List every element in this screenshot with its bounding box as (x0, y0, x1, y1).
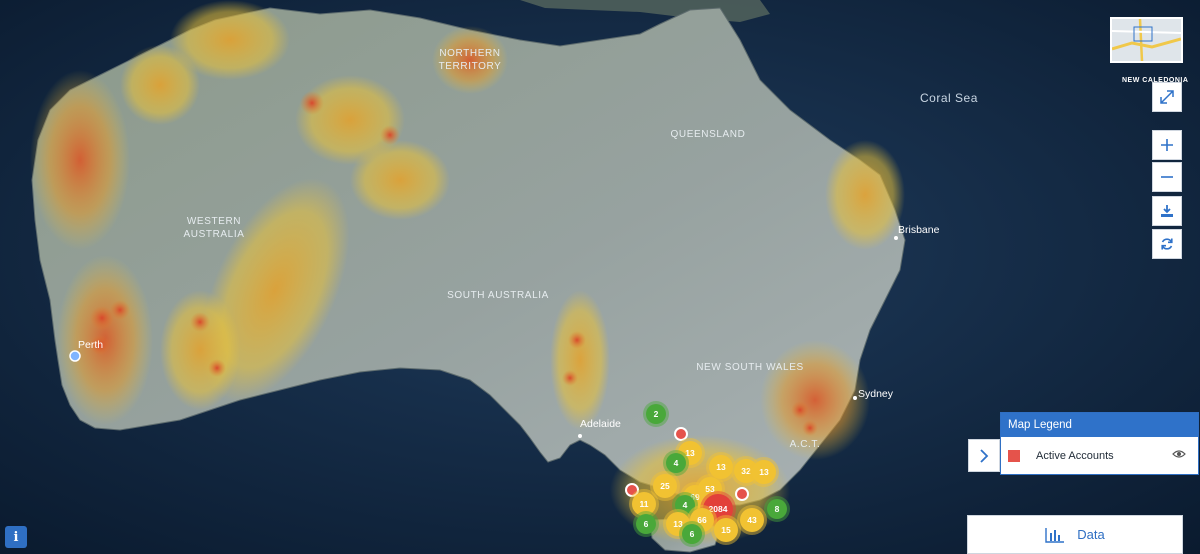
account-pin[interactable] (735, 487, 749, 501)
refresh-button[interactable] (1152, 229, 1182, 259)
download-icon (1161, 205, 1173, 217)
city-label-adelaide: Adelaide (580, 418, 621, 430)
adelaide-marker (578, 434, 582, 438)
minus-icon (1161, 176, 1173, 178)
cluster-marker[interactable]: 6 (633, 511, 659, 537)
cluster-count: 13 (759, 467, 769, 477)
legend-title: Map Legend (1001, 413, 1198, 437)
perth-marker (69, 350, 81, 362)
cluster-count: 8 (775, 504, 780, 514)
cluster-count: 2 (654, 409, 659, 419)
eye-icon[interactable] (1172, 449, 1186, 459)
cluster-marker[interactable]: 43 (737, 505, 767, 535)
cluster-marker[interactable]: 8 (764, 496, 790, 522)
bar-chart-icon (1045, 527, 1065, 543)
region-label-northern: NORTHERN (439, 48, 500, 59)
legend-collapse-button[interactable] (968, 439, 1000, 472)
cluster-marker[interactable]: 15 (711, 515, 741, 545)
cluster-count: 4 (683, 500, 688, 510)
expand-icon (1160, 90, 1174, 104)
plus-icon (1161, 139, 1173, 151)
download-button[interactable] (1152, 196, 1182, 226)
city-label-sydney: Sydney (858, 388, 894, 400)
minimap-graphic (1112, 19, 1181, 61)
cluster-count: 13 (716, 462, 726, 472)
cluster-marker[interactable]: 6 (679, 521, 705, 547)
legend-item-label: Active Accounts (1036, 450, 1114, 462)
chevron-right-icon (980, 448, 989, 463)
info-button[interactable]: i (5, 526, 27, 548)
sea-label-coral-sea: Coral Sea (920, 91, 978, 105)
region-label-act: A.C.T. (790, 439, 821, 450)
cluster-count: 15 (721, 525, 731, 535)
overview-minimap[interactable] (1110, 17, 1183, 63)
data-button-label: Data (1077, 527, 1105, 542)
fullscreen-button[interactable] (1152, 82, 1182, 112)
region-label-new-south-wales: NEW SOUTH WALES (696, 362, 804, 373)
zoom-out-button[interactable] (1152, 162, 1182, 192)
city-label-perth: Perth (78, 339, 103, 351)
zoom-in-button[interactable] (1152, 130, 1182, 160)
region-label-australia: AUSTRALIA (184, 229, 245, 240)
cluster-count: 11 (640, 499, 649, 509)
data-button[interactable]: Data (967, 515, 1183, 554)
account-pin[interactable] (674, 427, 688, 441)
cluster-count: 43 (747, 515, 757, 525)
map-legend-panel: Map Legend Active Accounts (1000, 412, 1199, 475)
refresh-icon (1161, 238, 1173, 250)
city-label-brisbane: Brisbane (898, 224, 940, 236)
region-label-south-australia: SOUTH AUSTRALIA (447, 290, 549, 301)
cluster-count: 4 (674, 458, 679, 468)
cluster-marker[interactable]: 2 (643, 401, 669, 427)
region-label-queensland: QUEENSLAND (671, 129, 746, 140)
cluster-marker[interactable]: 13 (749, 457, 779, 487)
sydney-marker (853, 396, 857, 400)
region-label-territory: TERRITORY (439, 61, 502, 72)
brisbane-marker (894, 236, 898, 240)
cluster-count: 6 (690, 529, 695, 539)
cluster-count: 25 (660, 481, 670, 491)
region-label-western: WESTERN (187, 216, 241, 227)
cluster-count: 6 (644, 519, 649, 529)
legend-swatch (1008, 450, 1020, 462)
legend-item-active-accounts[interactable]: Active Accounts (1001, 437, 1198, 475)
